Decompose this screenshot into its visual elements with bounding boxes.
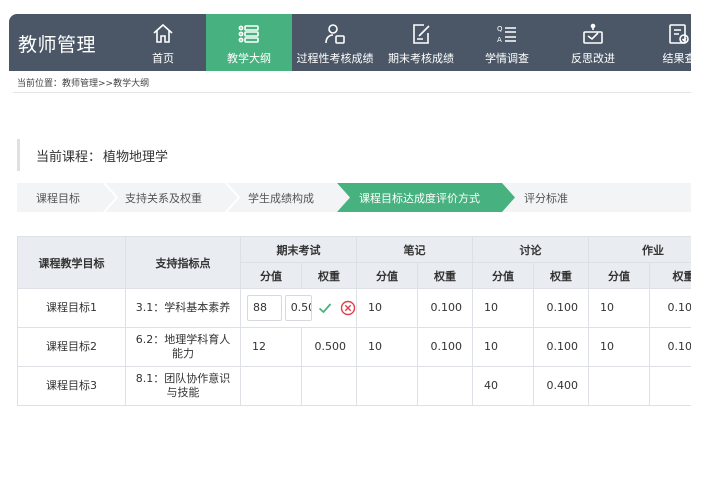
notes-score-cell[interactable]: 10	[356, 327, 418, 367]
homework-weight-cell[interactable]	[649, 366, 691, 406]
result-icon	[667, 22, 691, 52]
step-tabs: 课程目标 支持关系及权重 学生成绩构成 课程目标达成度评价方式 评分标准	[17, 183, 691, 212]
homework-weight-cell[interactable]: 0.100	[649, 327, 691, 367]
notes-weight-cell[interactable]	[417, 366, 473, 406]
notes-weight-cell[interactable]: 0.100	[417, 327, 473, 367]
homework-score-cell[interactable]: 10	[588, 327, 650, 367]
discussion-score-cell[interactable]: 10	[472, 288, 534, 328]
step-label: 课程目标	[36, 191, 80, 205]
user-score-icon	[323, 22, 347, 52]
nav-item-final-score[interactable]: 期末考核成绩	[378, 14, 464, 71]
table-row: 课程目标2 6.2：地理学科育人能力 12 0.500 10 0.100 10 …	[17, 327, 691, 367]
discussion-weight-cell[interactable]: 0.100	[533, 327, 589, 367]
confirm-check-icon[interactable]	[318, 300, 333, 316]
notes-score-cell[interactable]: 10	[356, 288, 418, 328]
nav-label: 首页	[152, 52, 174, 65]
course-label: 当前课程：	[36, 149, 102, 165]
header-group-final: 期末考试	[240, 236, 357, 263]
step-score-composition[interactable]: 学生成绩构成	[248, 183, 314, 212]
header-goal: 课程教学目标	[17, 236, 126, 289]
homework-score-cell[interactable]	[588, 366, 650, 406]
evaluation-table-wrap: 课程教学目标 支持指标点 期末考试 笔记 讨论 作业 分值 权重 分值 权重 分…	[17, 236, 691, 408]
notes-weight-cell[interactable]: 0.100	[417, 288, 473, 328]
header-weight: 权重	[649, 262, 691, 289]
discussion-score-cell[interactable]: 40	[472, 366, 534, 406]
header-weight: 权重	[417, 262, 473, 289]
table-row: 课程目标3 8.1：团队协作意识与技能 40 0.400	[17, 366, 691, 406]
step-separator	[103, 183, 119, 212]
home-icon	[151, 22, 175, 52]
header-weight: 权重	[533, 262, 589, 289]
final-weight-input[interactable]: 0.50	[284, 295, 312, 321]
indicator-cell: 6.2：地理学科育人能力	[125, 327, 241, 367]
step-label: 评分标准	[524, 191, 568, 205]
final-score-cell[interactable]	[240, 366, 302, 406]
step-label: 学生成绩构成	[248, 191, 314, 205]
final-score-cell[interactable]: 12	[240, 327, 302, 367]
header-score: 分值	[356, 262, 418, 289]
final-weight-cell[interactable]	[301, 366, 357, 406]
step-evaluation-method[interactable]: 课程目标达成度评价方式	[359, 183, 480, 212]
final-weight-cell[interactable]: 0.500	[301, 327, 357, 367]
divider	[13, 92, 691, 93]
svg-text:Q: Q	[497, 25, 503, 33]
goal-cell: 课程目标2	[17, 327, 126, 367]
main-nav: 首页 教学大纲 过程性考核成绩 期末考核成绩 QA 学情调查 反思改进 结果查	[120, 14, 691, 71]
nav-item-process-score[interactable]: 过程性考核成绩	[292, 14, 378, 71]
goal-cell: 课程目标3	[17, 366, 126, 406]
header-score: 分值	[472, 262, 534, 289]
discussion-weight-cell[interactable]: 0.100	[533, 288, 589, 328]
header-score: 分值	[588, 262, 650, 289]
step-support-weights[interactable]: 支持关系及权重	[125, 183, 202, 212]
reflect-icon	[581, 22, 605, 52]
evaluation-table: 课程教学目标 支持指标点 期末考试 笔记 讨论 作业 分值 权重 分值 权重 分…	[17, 236, 691, 406]
discussion-weight-cell[interactable]: 0.400	[533, 366, 589, 406]
discussion-score-cell[interactable]: 10	[472, 327, 534, 367]
svg-text:A: A	[497, 36, 502, 44]
nav-label: 期末考核成绩	[388, 52, 454, 65]
nav-item-home[interactable]: 首页	[120, 14, 206, 71]
header-group-homework: 作业	[588, 236, 691, 263]
breadcrumb: 当前位置：教师管理>>教学大纲	[17, 79, 150, 89]
step-separator	[225, 183, 241, 212]
cancel-circle-icon[interactable]	[340, 300, 356, 316]
final-exam-edit-cell: 88 0.50	[240, 288, 357, 328]
nav-item-reflect[interactable]: 反思改进	[550, 14, 636, 71]
indicator-cell: 8.1：团队协作意识与技能	[125, 366, 241, 406]
list-icon	[237, 22, 261, 52]
nav-item-syllabus[interactable]: 教学大纲	[206, 14, 292, 71]
survey-icon: QA	[495, 22, 519, 52]
app-title: 教师管理	[18, 34, 97, 56]
nav-item-result[interactable]: 结果查	[636, 14, 691, 71]
step-grading-criteria[interactable]: 评分标准	[524, 183, 568, 212]
nav-label: 过程性考核成绩	[296, 52, 374, 65]
nav-label: 学情调查	[485, 52, 529, 65]
app-header: 教师管理 首页 教学大纲 过程性考核成绩 期末考核成绩 Q A 学情调查 反思改…	[9, 14, 691, 71]
header-group-notes: 笔记	[356, 236, 473, 263]
course-name: 植物地理学	[103, 149, 169, 165]
header-score: 分值	[240, 262, 302, 289]
homework-score-cell[interactable]: 10	[588, 288, 650, 328]
step-label: 支持关系及权重	[125, 191, 202, 205]
header-weight: 权重	[301, 262, 357, 289]
homework-weight-cell[interactable]: 0.100	[649, 288, 691, 328]
nav-label: 反思改进	[571, 52, 615, 65]
table-row: 课程目标1 3.1：学科基本素养 88 0.50 10 0.	[17, 288, 691, 328]
current-course: 当前课程： 植物地理学	[17, 139, 691, 171]
nav-label: 教学大纲	[227, 52, 271, 65]
edit-doc-icon	[409, 22, 433, 52]
notes-score-cell[interactable]	[356, 366, 418, 406]
nav-label: 结果查	[662, 52, 692, 65]
goal-cell: 课程目标1	[17, 288, 126, 328]
header-group-discussion: 讨论	[472, 236, 589, 263]
final-score-input[interactable]: 88	[247, 295, 282, 321]
header-indicator: 支持指标点	[125, 236, 241, 289]
step-course-goals[interactable]: 课程目标	[36, 183, 80, 212]
nav-item-survey[interactable]: QA 学情调查	[464, 14, 550, 71]
indicator-cell: 3.1：学科基本素养	[125, 288, 241, 328]
step-label: 课程目标达成度评价方式	[359, 191, 480, 205]
